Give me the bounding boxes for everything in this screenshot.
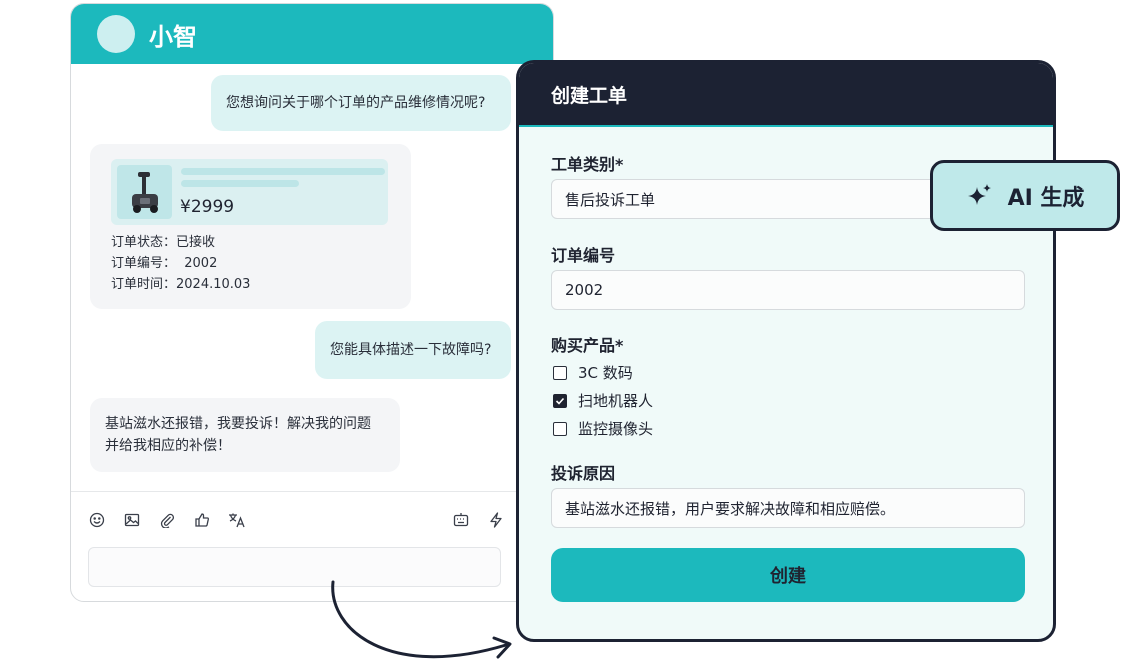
emoji-icon[interactable] [86,509,108,531]
option-label: 3C 数码 [578,364,633,382]
order-card[interactable]: ¥2999 订单状态：已接收 订单编号： 2002 订单时间：2024.10.0… [90,144,411,309]
order-status: 订单状态：已接收 [111,235,216,250]
option-label: 监控摄像头 [578,420,654,438]
divider [71,491,553,492]
placeholder-line [181,168,385,175]
message-text: 您想询问关于哪个订单的产品维修情况呢? [226,95,486,111]
product-price: ¥2999 [180,197,235,217]
checkbox-checked[interactable] [553,393,567,408]
placeholder-line [181,180,299,187]
message-text: 您能具体描述一下故障吗? [330,342,492,358]
message-agent-question-2: 您能具体描述一下故障吗? [315,321,511,379]
option-label: 扫地机器人 [578,392,654,410]
flow-arrow-icon [331,580,512,659]
reason-field[interactable]: 基站滋水还报错，用户要求解决故障和相应赔偿。 [551,488,1025,528]
product-option-3c[interactable]: 3C 数码 [553,362,633,383]
product-option-robot-vacuum[interactable]: 扫地机器人 [553,390,653,411]
checkbox[interactable] [553,421,567,436]
attachment-icon[interactable] [156,509,178,531]
chat-header: 小智 [71,4,553,64]
reason-value: 基站滋水还报错，用户要求解决故障和相应赔偿。 [565,499,896,518]
message-text: 并给我相应的补偿！ [105,438,231,454]
category-label: 工单类别* [551,155,624,174]
avatar [97,15,135,53]
chat-window: 小智 您想询问关于哪个订单的产品维修情况呢? ¥2999 订单状态：已接收 订单… [70,3,554,602]
order-number-value: 2002 [565,281,604,299]
translate-icon[interactable] [226,509,248,531]
keyboard-icon[interactable] [450,509,472,531]
category-value: 售后投诉工单 [565,190,656,209]
ai-badge-label: AI 生成 [1007,185,1085,211]
message-user-complaint: 基站滋水还报错，我要投诉！解决我的问题 并给我相应的补偿！ [90,398,400,472]
checkbox[interactable] [553,365,567,380]
robot-vacuum-image [117,165,172,219]
product-box[interactable]: ¥2999 [111,159,388,225]
sparkle-icon [967,183,991,205]
lightning-icon[interactable] [485,509,507,531]
panel-title: 创建工单 [519,63,1053,127]
order-time: 订单时间：2024.10.03 [111,277,251,292]
thumbs-up-icon[interactable] [191,509,213,531]
chat-title: 小智 [149,22,197,51]
product-option-camera[interactable]: 监控摄像头 [553,418,653,439]
ai-generate-badge[interactable]: AI 生成 [930,160,1120,231]
message-text: 基站滋水还报错，我要投诉！解决我的问题 [105,416,371,432]
order-number-label: 订单编号 [551,246,616,265]
check-icon [555,397,565,405]
order-number: 订单编号： 2002 [111,256,218,271]
message-agent-question: 您想询问关于哪个订单的产品维修情况呢? [211,75,511,131]
order-number-field[interactable]: 2002 [551,270,1025,310]
product-label: 购买产品* [551,336,624,355]
create-button[interactable]: 创建 [551,548,1025,602]
create-ticket-panel: 创建工单 工单类别* 售后投诉工单 订单编号 2002 购买产品* 3C 数码 … [516,60,1056,642]
reason-label: 投诉原因 [551,464,616,483]
order-meta: 订单状态：已接收 订单编号： 2002 订单时间：2024.10.03 [111,232,250,295]
image-icon[interactable] [121,509,143,531]
